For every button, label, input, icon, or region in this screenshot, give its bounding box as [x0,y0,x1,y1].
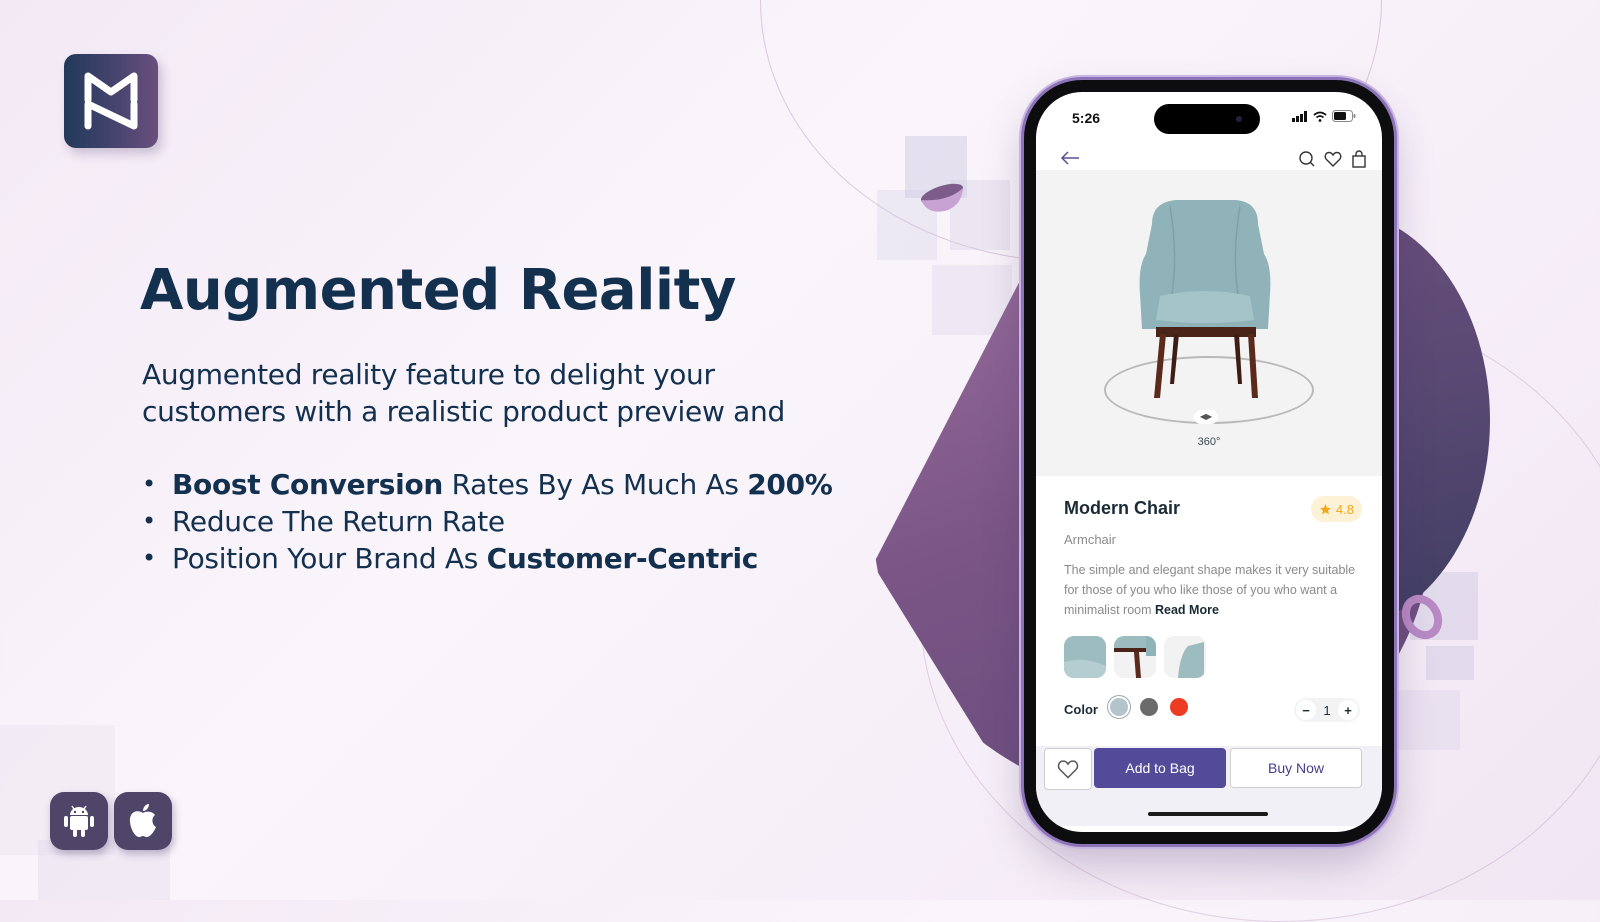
qty-decrease-button[interactable]: − [1296,700,1316,720]
phone-screen: 5:26 ◀▶ 360° Modern Chair 4.8 Armchair T… [1036,92,1382,832]
color-swatch-grey[interactable] [1140,698,1158,716]
android-icon [64,805,94,837]
chair-image [1139,200,1271,398]
color-swatch-light-blue[interactable] [1110,698,1128,716]
signal-icon [1292,110,1307,122]
heart-outline-icon [1057,760,1079,779]
thumbnail-gallery [1064,636,1206,678]
read-more-link[interactable]: Read More [1155,603,1219,617]
chair-seat-thumbnail [1064,636,1106,678]
color-swatch-red[interactable] [1170,698,1188,716]
search-icon [1299,151,1315,167]
color-selector: Color − 1 + [1064,698,1364,722]
heart-icon [1324,151,1342,167]
feature-item: Boost Conversion Rates By As Much As 200… [142,466,833,503]
status-bar: 5:26 [1036,92,1382,142]
feature-list: Boost Conversion Rates By As Much As 200… [142,466,833,577]
favorite-button[interactable] [1044,748,1092,790]
buy-now-button[interactable]: Buy Now [1230,748,1362,788]
thumbnail[interactable] [1114,636,1156,678]
search-button[interactable] [1298,150,1316,168]
rotate-arrows-icon: ◀▶ [1199,412,1213,421]
back-button[interactable] [1060,150,1080,171]
product-category: Armchair [1064,532,1117,547]
quantity-stepper: − 1 + [1294,698,1360,722]
cart-button[interactable] [1350,150,1368,168]
arrow-left-icon [1060,151,1079,165]
star-icon [1320,503,1331,514]
quantity-value: 1 [1323,702,1331,718]
brand-logo [64,54,158,148]
wishlist-button[interactable] [1324,150,1342,168]
thumbnail[interactable] [1164,636,1206,678]
hemisphere-decor-icon [920,183,964,212]
product-description: The simple and elegant shape makes it ve… [1064,563,1356,617]
ring-decor-icon [1401,594,1443,640]
ios-badge[interactable] [114,792,172,850]
rating-badge: 4.8 [1310,496,1362,522]
rotation-label: 360° [1197,436,1221,448]
ar-product-viewer[interactable]: ◀▶ 360° [1036,170,1382,476]
wifi-icon [1313,111,1327,122]
android-badge[interactable] [50,792,108,850]
chair-side-thumbnail [1178,642,1204,678]
dynamic-island [1154,104,1260,134]
bag-icon [1352,150,1366,168]
thumbnail[interactable] [1064,636,1106,678]
feature-item: Reduce The Return Rate [142,503,833,540]
chair-leg-thumbnail [1114,636,1156,678]
home-indicator [1148,812,1268,816]
status-time: 5:26 [1072,110,1101,126]
feature-item: Position Your Brand As Customer-Centric [142,540,833,577]
battery-icon [1332,110,1356,122]
mn-monogram-icon [84,72,138,130]
page-title: Augmented Reality [140,258,736,323]
apple-icon [129,804,156,837]
rotate-handle[interactable]: ◀▶ [1194,410,1218,424]
color-label: Color [1064,702,1098,717]
qty-increase-button[interactable]: + [1338,700,1358,720]
add-to-bag-button[interactable]: Add to Bag [1094,748,1226,788]
phone-mockup: 5:26 ◀▶ 360° Modern Chair 4.8 Armchair T… [1024,80,1394,844]
intro-text: Augmented reality feature to delight you… [142,358,785,428]
product-name: Modern Chair [1064,498,1181,518]
